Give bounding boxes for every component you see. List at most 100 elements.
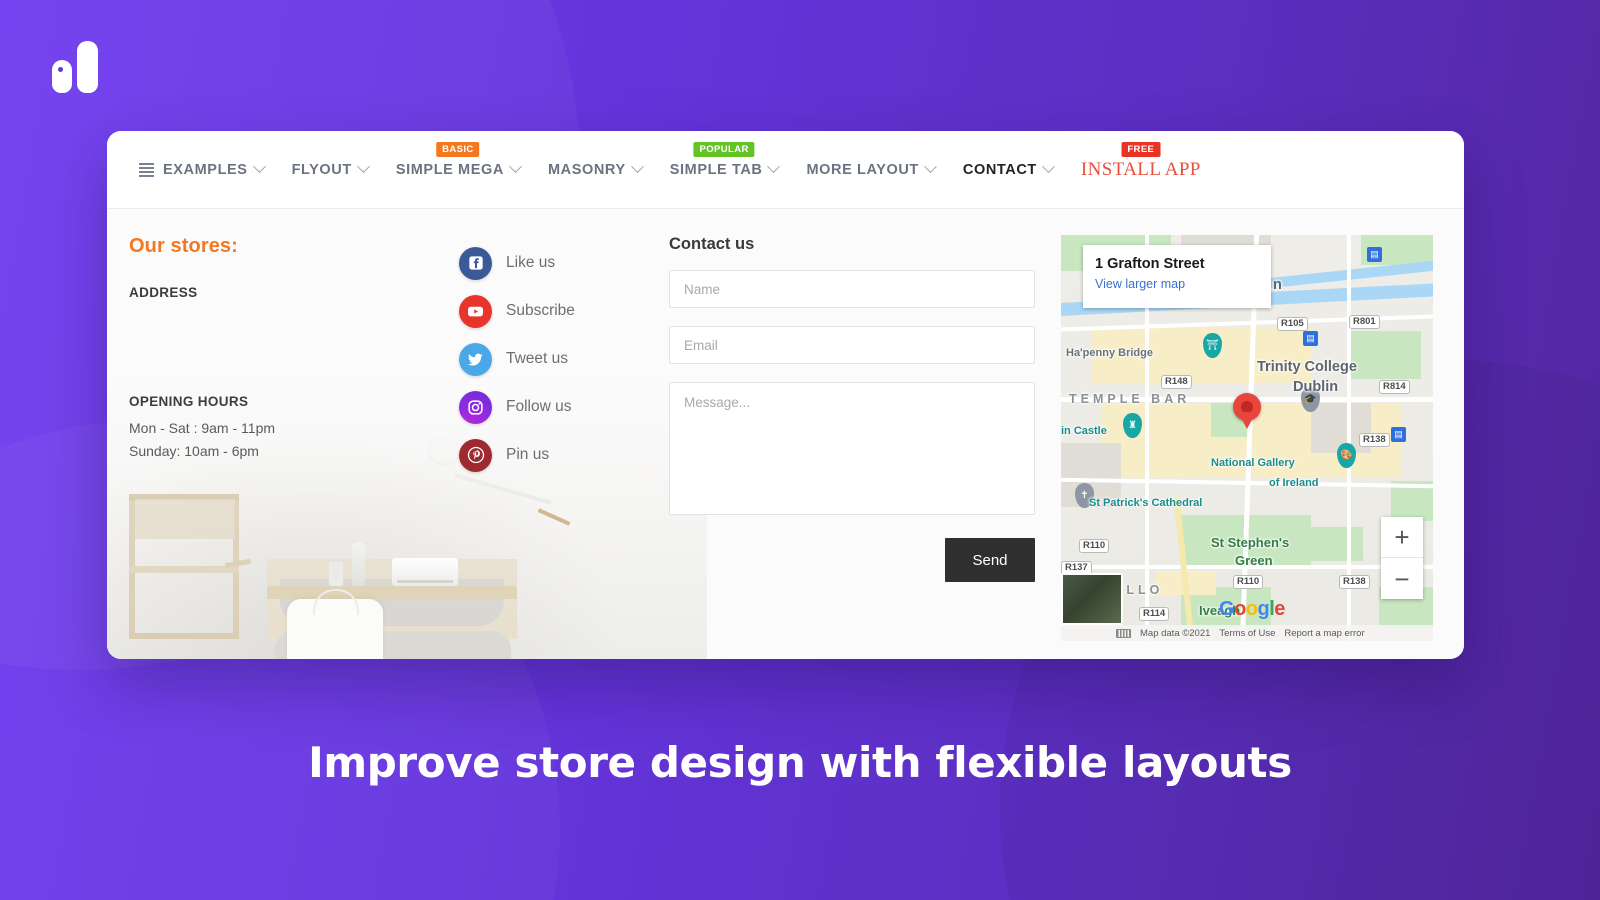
map-info-card: 1 Grafton Street View larger map (1083, 245, 1271, 308)
chevron-down-icon (1042, 160, 1055, 174)
nav-item-install-app[interactable]: FREE INSTALL APP (1067, 131, 1215, 209)
message-input[interactable] (669, 382, 1035, 515)
social-link-instagram[interactable]: Follow us (459, 383, 669, 431)
nav-item-more-layout[interactable]: MORE LAYOUT (792, 131, 948, 209)
website-preview-card: EXAMPLES FLYOUT BASIC SIMPLE MEGA MASONR… (107, 131, 1464, 659)
nav-label-install-app: INSTALL APP (1080, 158, 1201, 180)
address-heading: ADDRESS (129, 285, 198, 300)
opening-hours-weekday: Mon - Sat : 9am - 11pm (129, 420, 276, 436)
map-zoom-control: + − (1381, 517, 1423, 599)
nav-label-contact: CONTACT (962, 161, 1037, 178)
nav-item-examples[interactable]: EXAMPLES (125, 131, 278, 209)
email-input[interactable] (669, 326, 1035, 364)
logo-large-bar (77, 41, 98, 93)
nav-label-simple-tab: SIMPLE TAB (669, 161, 763, 178)
chevron-down-icon (924, 160, 937, 174)
map-label-dublin-castle: in Castle (1061, 425, 1107, 437)
map-label-dublin: Dublin (1293, 379, 1339, 395)
keyboard-shortcuts-icon[interactable] (1116, 628, 1131, 638)
site-navigation: EXAMPLES FLYOUT BASIC SIMPLE MEGA MASONR… (107, 131, 1464, 209)
google-letter-o2: o (1245, 598, 1258, 620)
social-label-twitter: Tweet us (506, 350, 569, 367)
facebook-icon (459, 246, 492, 280)
hamburger-icon (139, 163, 154, 177)
map-route-shield: R814 (1379, 380, 1410, 395)
social-link-facebook[interactable]: Like us (459, 239, 669, 287)
badge-popular: POPULAR (693, 141, 755, 158)
map-route-shield: R148 (1161, 375, 1192, 390)
chevron-down-icon (767, 160, 781, 174)
send-button[interactable]: Send (945, 538, 1035, 582)
map-column: ⛩ ♜ 🎓 🎨 ✝ ▤ ▤ ▤ Ha'penny Bridge Trinity … (1049, 235, 1442, 659)
nav-item-contact[interactable]: CONTACT (949, 131, 1067, 209)
map-route-shield: R138 (1359, 433, 1390, 448)
map-label-st-stephens: St Stephen's (1211, 535, 1290, 550)
social-link-twitter[interactable]: Tweet us (459, 335, 669, 383)
map-route-shield: R114 (1139, 607, 1170, 622)
nav-label-flyout: FLYOUT (291, 161, 352, 178)
map-transit-icon[interactable]: ▤ (1367, 247, 1382, 262)
logo-dot (58, 67, 63, 72)
instagram-icon (459, 390, 492, 424)
map-data-text: Map data ©2021 (1140, 627, 1211, 639)
contact-form-column: Contact us Send (669, 235, 1049, 659)
map-park (1351, 331, 1421, 379)
map-label-national-gallery: National Gallery (1211, 457, 1295, 469)
twitter-icon (459, 342, 492, 376)
chevron-down-icon (509, 160, 522, 174)
social-link-youtube[interactable]: Subscribe (459, 287, 669, 335)
nav-label-examples: EXAMPLES (163, 161, 248, 178)
social-label-pinterest: Pin us (506, 446, 550, 463)
map-marker-center (1241, 401, 1253, 413)
chevron-down-icon (356, 160, 370, 174)
google-map[interactable]: ⛩ ♜ 🎓 🎨 ✝ ▤ ▤ ▤ Ha'penny Bridge Trinity … (1061, 235, 1433, 641)
map-label-of-ireland: of Ireland (1269, 477, 1319, 489)
terms-of-use-link[interactable]: Terms of Use (1219, 628, 1275, 639)
nav-label-masonry: MASONRY (547, 161, 626, 178)
map-route-shield: R138 (1339, 575, 1370, 590)
logo-small-bar (52, 60, 72, 93)
social-label-instagram: Follow us (506, 398, 572, 415)
satellite-thumbnail-button[interactable] (1061, 573, 1123, 625)
map-route-shield: R110 (1233, 575, 1264, 590)
page-headline: Improve store design with flexible layou… (308, 738, 1292, 787)
map-address-title: 1 Grafton Street (1095, 256, 1205, 272)
map-attribution-bar: Map data ©2021 Terms of Use Report a map… (1061, 625, 1433, 641)
map-label-trinity-college: Trinity College (1257, 359, 1357, 375)
map-route-shield: R110 (1079, 539, 1110, 554)
nav-item-simple-mega[interactable]: BASIC SIMPLE MEGA (382, 131, 534, 209)
map-transit-icon[interactable]: ▤ (1391, 427, 1406, 442)
google-letter-g: G (1219, 598, 1235, 620)
google-logo: Google (1219, 598, 1285, 621)
youtube-icon (459, 294, 492, 328)
map-route-shield: R105 (1277, 317, 1308, 332)
chevron-down-icon (252, 160, 266, 174)
map-transit-icon[interactable]: ▤ (1303, 331, 1318, 346)
map-label-hapenny-bridge: Ha'penny Bridge (1066, 347, 1153, 359)
nav-item-flyout[interactable]: FLYOUT (278, 131, 382, 209)
map-label-green: Green (1235, 553, 1273, 568)
pinterest-icon (459, 438, 492, 472)
name-input[interactable] (669, 270, 1035, 308)
google-letter-g2: g (1257, 598, 1270, 620)
nav-item-masonry[interactable]: MASONRY (534, 131, 656, 209)
google-letter-e: e (1274, 598, 1285, 620)
report-map-error-link[interactable]: Report a map error (1284, 628, 1364, 639)
social-label-facebook: Like us (506, 254, 556, 271)
map-location-marker[interactable] (1233, 393, 1261, 421)
zoom-out-button[interactable]: − (1381, 558, 1423, 599)
view-larger-map-link[interactable]: View larger map (1095, 277, 1259, 291)
social-column: Like us Subscribe Tweet us Follow us Pin… (459, 235, 669, 659)
zoom-in-button[interactable]: + (1381, 517, 1423, 558)
social-link-pinterest[interactable]: Pin us (459, 431, 669, 479)
chevron-down-icon (630, 160, 644, 174)
badge-free: FREE (1121, 141, 1161, 158)
map-park (1311, 527, 1363, 561)
google-letter-o1: o (1234, 598, 1246, 620)
nav-item-simple-tab[interactable]: POPULAR SIMPLE TAB (656, 131, 793, 209)
social-label-youtube: Subscribe (506, 302, 575, 319)
nav-label-simple-mega: SIMPLE MEGA (395, 161, 504, 178)
nav-label-more-layout: MORE LAYOUT (806, 161, 919, 178)
stores-column: Our stores: ADDRESS OPENING HOURS Mon - … (129, 235, 459, 659)
map-label-temple-bar: TEMPLE BAR (1069, 392, 1191, 406)
